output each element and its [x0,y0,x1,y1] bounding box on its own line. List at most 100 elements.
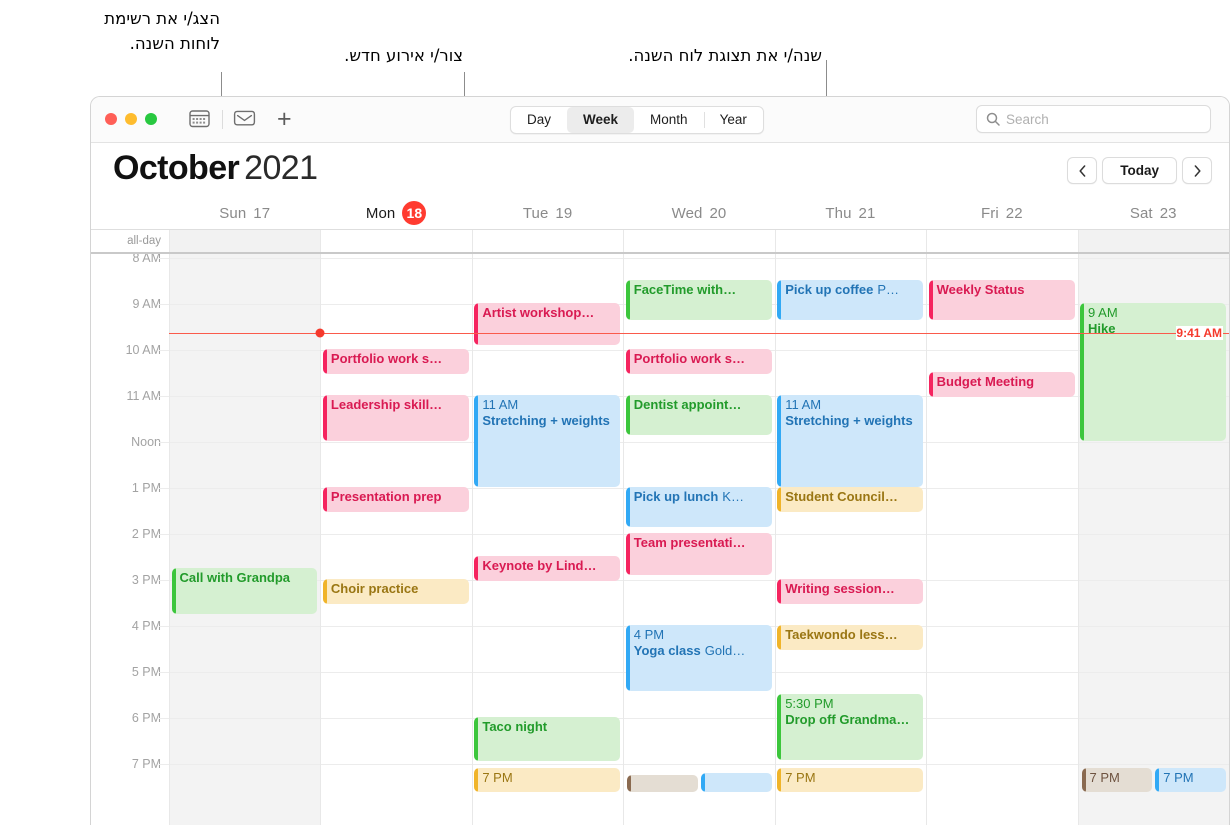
tab-year[interactable]: Year [703,107,763,133]
calendar-event[interactable]: FaceTime with… [625,280,772,320]
minimize-button[interactable] [125,113,137,125]
all-day-row: all-day [91,229,1229,254]
calendar-event[interactable]: 5:30 PM Drop off Grandma… [777,694,924,760]
hour-gridline [775,350,927,351]
hour-gridline [472,672,624,673]
hour-gridline [170,396,321,397]
calendar-event[interactable] [700,773,772,792]
day-column-tue[interactable]: Artist workshop… 11 AM Stretching + weight… [471,254,624,825]
day-header-sun[interactable]: Sun 17 [169,197,320,229]
calendar-event[interactable]: Artist workshop… [474,303,621,345]
tab-month[interactable]: Month [634,107,704,133]
all-day-cell[interactable] [320,230,471,252]
all-day-cell[interactable] [471,230,623,252]
calendar-event[interactable]: Dentist appoint… [625,395,772,435]
calendar-event[interactable]: Portfolio work s… [625,349,772,374]
day-header-wed[interactable]: Wed 20 [623,197,774,229]
day-header-fri[interactable]: Fri 22 [926,197,1077,229]
calendar-event[interactable]: 7 PM [474,768,621,792]
calendar-event[interactable]: Choir practice [322,579,469,604]
day-column-sun[interactable]: Call with Grandpa [169,254,321,825]
time-gutter: 8 AM 9 AM 10 AM 11 AM Noon 1 PM 2 PM 3 PM 4 PM 5 … [91,254,169,825]
day-header-tue[interactable]: Tue 19 [472,197,623,229]
calendar-event[interactable]: Keynote by Lind… [474,556,621,581]
all-day-cell[interactable] [1077,230,1229,252]
hour-gridline [170,258,321,259]
maximize-button[interactable] [145,113,157,125]
calendar-event[interactable]: Pick up lunch K… [625,487,772,527]
event-title: FaceTime with… [633,282,737,297]
previous-week-button[interactable] [1067,157,1098,184]
add-event-button[interactable]: + [277,105,292,133]
calendar-event[interactable]: 4 PM Yoga class Gold… [625,625,772,691]
today-button[interactable]: Today [1102,157,1177,184]
hour-gridline [472,488,624,489]
day-header-sat[interactable]: Sat 23 [1078,197,1229,229]
tab-day[interactable]: Day [511,107,567,133]
calendar-event[interactable]: Writing session… [777,579,924,604]
day-header-weekday: Fri [980,204,999,222]
day-column-thu[interactable]: Pick up coffee P… 11 AM Stretching + weight… [774,254,927,825]
annotation-create-new-event: צור/י אירוע חדש. [344,46,463,65]
hour-gridline [1078,442,1229,443]
event-title: Yoga class [633,642,701,658]
event-location: P… [877,282,899,297]
event-color-bar [625,395,630,435]
calendar-event[interactable]: Pick up coffee P… [777,280,924,320]
calendar-event[interactable]: Portfolio work s… [322,349,469,374]
calendar-event[interactable]: Call with Grandpa [171,568,318,614]
calendar-event[interactable]: 9 AM Hike [1080,303,1226,441]
day-header-gutter [91,197,169,229]
calendar-event[interactable]: 7 PM [777,768,924,792]
tab-week[interactable]: Week [567,107,635,133]
annotation-change-calendar-view: שנה/י את תצוגת לוח השנה. [628,46,822,65]
calendar-event[interactable]: Student Council… [777,487,924,512]
calendar-event[interactable]: 11 AM Stretching + weights [777,395,924,487]
event-time: 7 PM [1163,770,1194,785]
calendar-event[interactable]: Team presentati… [625,533,772,575]
all-day-cell[interactable] [623,230,774,252]
calendar-icon[interactable] [189,109,210,133]
calendar-event[interactable]: Taco night [474,717,621,761]
search-field[interactable]: Search [976,105,1211,133]
event-title: Artist workshop… [482,305,595,320]
event-color-bar [625,349,630,374]
calendar-event[interactable]: 7 PM [1081,768,1153,792]
calendar-event[interactable]: Presentation prep [322,487,469,512]
hour-label: 11 AM [126,389,161,403]
all-day-cell[interactable] [926,230,1077,252]
inbox-icon[interactable] [233,109,256,133]
event-color-bar [171,568,176,614]
calendar-event[interactable]: 7 PM [1155,768,1226,792]
day-column-wed[interactable]: FaceTime with… Portfolio work s… Dentist a… [623,254,775,825]
day-header-mon[interactable]: Mon 18 [320,197,471,229]
event-title: Leadership skill… [330,397,443,412]
current-time-dot [315,328,325,338]
event-color-bar [322,395,327,441]
calendar-event[interactable]: Weekly Status [928,280,1075,320]
close-button[interactable] [105,113,117,125]
page-title: October 2021 [113,149,318,188]
hour-gridline [472,764,624,765]
hour-tick [159,350,169,351]
calendar-event[interactable] [627,775,698,792]
next-week-button[interactable] [1182,157,1212,184]
event-location: Gold… [704,642,746,658]
calendar-event[interactable]: Taekwondo less… [777,625,924,650]
calendar-grid[interactable]: 8 AM 9 AM 10 AM 11 AM Noon 1 PM 2 PM 3 PM 4 PM 5 … [91,254,1229,825]
hour-gridline [170,350,321,351]
day-column-mon[interactable]: Portfolio work s… Leadership skill… Presen… [320,254,472,825]
calendar-event[interactable]: Budget Meeting [928,372,1075,397]
calendar-event[interactable]: Leadership skill… [322,395,469,441]
hour-tick [159,534,169,535]
view-segmented-control[interactable]: Day Week Month Year [510,106,764,134]
hour-gridline [321,672,472,673]
day-header-thu[interactable]: Thu 21 [775,197,926,229]
all-day-cell[interactable] [169,230,321,252]
all-day-cell[interactable] [774,230,926,252]
event-location: K… [722,489,744,504]
calendar-event[interactable]: 11 AM Stretching + weights [474,395,621,487]
hour-gridline [1078,534,1229,535]
hour-label: 9 AM [132,297,162,311]
day-column-fri[interactable]: Weekly Status Budget Meeting [926,254,1078,825]
